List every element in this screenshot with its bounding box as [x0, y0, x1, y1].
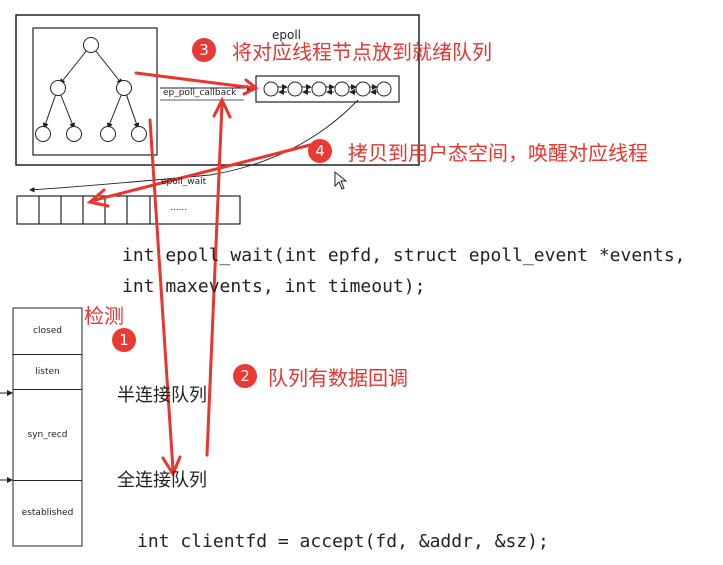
step-3-text: 将对应线程节点放到就绪队列 — [232, 40, 492, 64]
accept-call: int clientfd = accept(fd, &addr, &sz); — [137, 531, 549, 552]
state-syn-recd: syn_recd — [13, 390, 82, 481]
events-array — [16, 195, 241, 225]
epoll-wait-label: epoll_wait — [161, 177, 207, 187]
rbtree — [35, 37, 147, 142]
rbtree-leaf-node — [131, 126, 147, 142]
red-arrows — [86, 71, 312, 478]
half-connection-queue-label: 半连接队列 — [117, 385, 207, 406]
detect-label: 检测 — [84, 304, 124, 328]
callback-label: ep_poll_callback — [163, 88, 237, 98]
step-1-badge: 1 — [112, 328, 136, 352]
step-3-badge: 3 — [192, 38, 216, 62]
full-connection-queue-label: 全连接队列 — [117, 470, 207, 491]
cursor-icon — [334, 170, 348, 190]
state-established: established — [21, 508, 74, 518]
state-listen: listen — [13, 355, 82, 390]
rbtree-leaf-node — [100, 126, 116, 142]
step-2-text: 队列有数据回调 — [268, 366, 408, 390]
step-2-badge: 2 — [233, 364, 257, 388]
epoll-wait-signature-line2: int maxevents, int timeout); — [122, 276, 426, 297]
rbtree-node — [50, 80, 66, 96]
rbtree-root-node — [83, 37, 99, 53]
rbtree-node — [116, 80, 132, 96]
step-4-text: 拷贝到用户态空间，唤醒对应线程 — [348, 141, 648, 165]
rbtree-leaf-node — [66, 126, 82, 142]
rbtree-leaf-node — [35, 126, 51, 142]
epoll-wait-signature-line1: int epoll_wait(int epfd, struct epoll_ev… — [122, 245, 686, 266]
events-ellipsis: ...... — [170, 203, 188, 213]
state-closed: closed — [13, 308, 82, 355]
ready-list — [263, 81, 392, 97]
step-4-badge: 4 — [308, 139, 332, 163]
